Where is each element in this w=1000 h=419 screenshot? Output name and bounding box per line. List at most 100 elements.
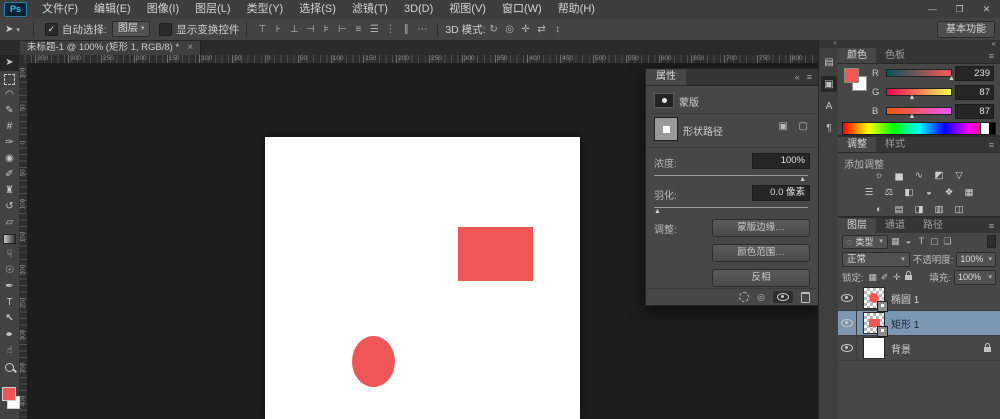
pen-tool[interactable]: ✒ — [0, 279, 19, 295]
align-left-edges-icon[interactable]: ⊣ — [302, 24, 318, 35]
properties-panel-icon[interactable]: ▣ — [821, 76, 837, 92]
tab-调整[interactable]: 调整 — [838, 137, 876, 152]
document-tab[interactable]: 未标题-1 @ 100% (矩形 1, RGB/8) * × — [20, 41, 202, 55]
ellipse-tool[interactable]: ● — [0, 327, 19, 343]
spot-healing-brush-tool[interactable]: ◉ — [0, 151, 19, 167]
document-canvas[interactable] — [265, 137, 580, 419]
distribute-bottom-edges-icon[interactable]: ⋮ — [382, 24, 398, 35]
foreground-color-swatch[interactable] — [844, 68, 859, 83]
history-brush-tool[interactable]: ↺ — [0, 199, 19, 215]
menu-item-3[interactable]: 图层(L) — [187, 0, 238, 18]
eraser-tool[interactable]: ▱ — [0, 215, 19, 231]
filter-toggle-switch[interactable] — [987, 235, 996, 248]
menu-item-2[interactable]: 图像(I) — [139, 0, 187, 18]
history-panel-icon[interactable]: ▤ — [821, 54, 837, 70]
white-swatch[interactable] — [980, 123, 989, 134]
adjustment-channel-mixer-icon[interactable]: ❖ — [941, 186, 957, 199]
layer-row[interactable]: 椭圆 1 — [838, 286, 1000, 312]
menu-item-8[interactable]: 视图(V) — [441, 0, 494, 18]
density-value[interactable]: 100% — [752, 153, 810, 169]
mask-edge-button[interactable]: 蒙版边缘… — [712, 219, 810, 237]
tab-通道[interactable]: 通道 — [876, 218, 914, 233]
3d-drag-icon[interactable]: ✛ — [518, 24, 534, 35]
tab-色板[interactable]: 色板 — [876, 48, 914, 63]
show-transform-checkbox[interactable] — [159, 22, 173, 36]
collapse-panel-icon[interactable]: « — [795, 69, 800, 85]
lock-transparent-pixels-icon[interactable]: ▦ — [867, 272, 879, 283]
brush-tool[interactable]: ✐ — [0, 167, 19, 183]
density-slider-thumb[interactable]: ▲ — [799, 176, 806, 183]
align-bottom-edges-icon[interactable]: ⊥ — [286, 24, 302, 35]
3d-slide-icon[interactable]: ⇄ — [534, 24, 550, 35]
opacity-dropdown[interactable]: 100% ▾ — [956, 251, 996, 267]
distribute-vertical-centers-icon[interactable]: ☰ — [366, 24, 382, 35]
black-swatch[interactable] — [989, 123, 995, 134]
expand-dock-bar[interactable]: » — [819, 40, 839, 48]
lock-image-pixels-icon[interactable]: ✐ — [879, 272, 891, 283]
add-vector-mask-icon[interactable]: ▢ — [799, 121, 808, 132]
paragraph-panel-icon[interactable]: ¶ — [821, 120, 837, 136]
layer-thumbnail[interactable] — [863, 337, 885, 359]
distribute-top-edges-icon[interactable]: ≡ — [350, 24, 366, 35]
adjustment-color-balance-icon[interactable]: ⚖ — [881, 186, 897, 199]
channel-slider-G[interactable] — [886, 88, 952, 96]
blend-mode-dropdown[interactable]: 正常 ▾ — [842, 251, 910, 267]
distribute-horizontal-centers-icon[interactable]: ⋯ — [414, 24, 430, 35]
channel-slider-thumb[interactable]: ▲ — [908, 113, 915, 120]
channel-value[interactable]: 239 — [955, 66, 994, 81]
align-horizontal-centers-icon[interactable]: ⊧ — [318, 24, 334, 35]
adjustment-brightness-contrast-icon[interactable]: ☼ — [871, 169, 887, 182]
color-range-button[interactable]: 颜色范围… — [712, 244, 810, 262]
gradient-tool[interactable] — [0, 231, 19, 247]
feather-slider-thumb[interactable]: ▲ — [654, 208, 661, 215]
load-selection-from-mask-icon[interactable] — [739, 292, 750, 302]
move-tool[interactable]: ➤ — [0, 55, 19, 71]
adjustment-vibrance-icon[interactable]: ▽ — [951, 169, 967, 182]
filter-pixel-layers-icon[interactable]: ▦ — [889, 236, 902, 247]
foreground-color-swatch[interactable] — [2, 387, 16, 401]
panel-menu-icon[interactable]: ≡ — [807, 69, 812, 85]
channel-slider-R[interactable] — [886, 69, 952, 77]
workspace-switcher[interactable]: 基本功能 — [937, 21, 995, 38]
layer-visibility-toggle[interactable] — [838, 286, 857, 310]
auto-select-target-dropdown[interactable]: 图层 ▾ — [111, 21, 151, 37]
channel-value[interactable]: 87 — [955, 85, 994, 100]
align-right-edges-icon[interactable]: ⊢ — [334, 24, 350, 35]
character-panel-icon[interactable]: A — [821, 98, 837, 114]
tab-properties[interactable]: 属性 — [646, 69, 686, 85]
layer-row[interactable]: 背景 — [838, 336, 1000, 361]
distribute-left-edges-icon[interactable]: ∥ — [398, 24, 414, 35]
3d-rotate-icon[interactable]: ↻ — [486, 24, 502, 35]
align-top-edges-icon[interactable]: ⊤ — [254, 24, 270, 35]
filter-shape-layers-icon[interactable]: ▢ — [928, 236, 941, 247]
adjustment-gradient-map-icon[interactable]: ▥ — [931, 203, 947, 216]
layer-row[interactable]: 矩形 1 — [838, 311, 1000, 337]
zoom-tool[interactable] — [0, 359, 19, 375]
adjustment-levels-icon[interactable]: ▅ — [891, 169, 907, 182]
menu-item-7[interactable]: 3D(D) — [396, 0, 441, 18]
mask-visibility-icon[interactable] — [773, 291, 793, 303]
fill-dropdown[interactable]: 100% ▾ — [954, 269, 996, 285]
menu-item-5[interactable]: 选择(S) — [291, 0, 344, 18]
tab-样式[interactable]: 样式 — [876, 137, 914, 152]
auto-select-checkbox[interactable]: ✓ — [44, 22, 58, 36]
3d-scale-icon[interactable]: ↕ — [550, 24, 566, 35]
dodge-tool[interactable]: ☉ — [0, 263, 19, 279]
panel-menu-icon[interactable]: ≡ — [989, 137, 1000, 152]
density-slider[interactable] — [654, 175, 808, 176]
rectangular-marquee-tool[interactable] — [0, 71, 19, 87]
path-selection-tool[interactable]: ↖ — [0, 311, 19, 327]
layer-thumbnail[interactable] — [863, 312, 888, 337]
channel-value[interactable]: 87 — [955, 104, 994, 119]
smudge-tool[interactable]: ☟ — [0, 247, 19, 263]
quick-selection-tool[interactable]: ✎ — [0, 103, 19, 119]
adjustment-color-lookup-icon[interactable]: ▦ — [961, 186, 977, 199]
crop-tool[interactable]: # — [0, 119, 19, 135]
align-vertical-centers-icon[interactable]: ⊦ — [270, 24, 286, 35]
feather-value[interactable]: 0.0 像素 — [752, 185, 810, 201]
adjustment-black-white-icon[interactable]: ◧ — [901, 186, 917, 199]
eyedropper-tool[interactable]: ✑ — [0, 135, 19, 151]
tab-颜色[interactable]: 颜色 — [838, 48, 876, 63]
menu-item-9[interactable]: 窗口(W) — [494, 0, 550, 18]
menu-item-6[interactable]: 滤镜(T) — [344, 0, 396, 18]
